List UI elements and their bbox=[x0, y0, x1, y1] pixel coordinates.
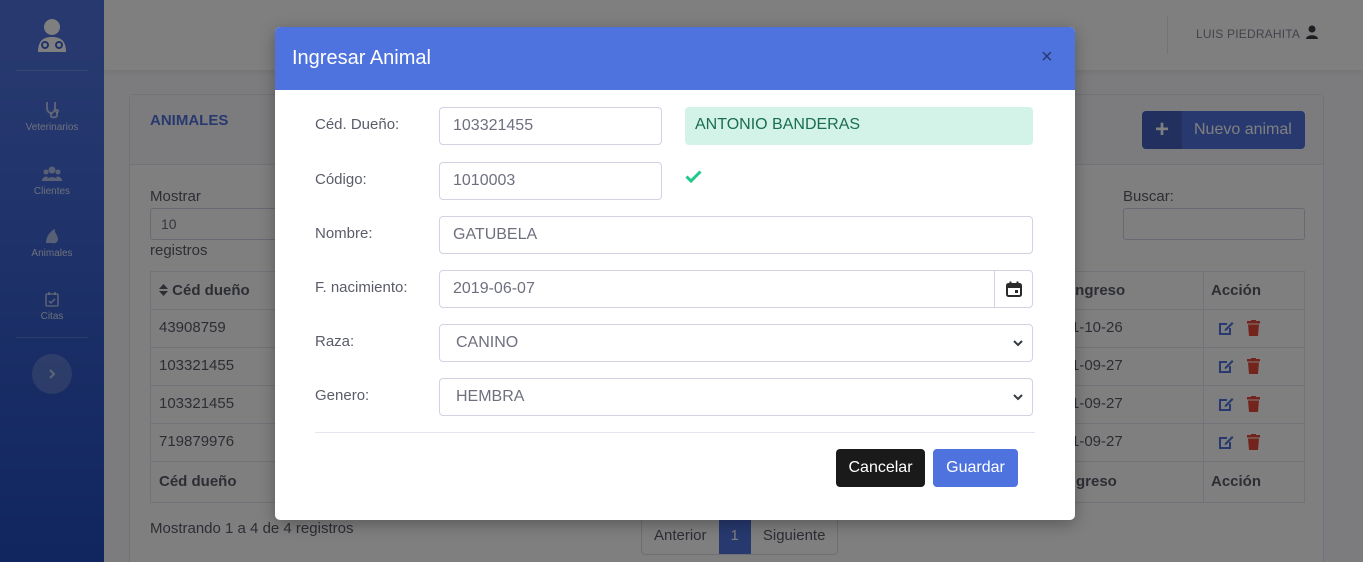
gender-value: HEMBRA bbox=[456, 388, 525, 405]
gender-label: Genero: bbox=[315, 387, 370, 404]
owner-id-label: Céd. Dueño: bbox=[315, 116, 400, 133]
check-icon bbox=[685, 170, 702, 183]
modal-footer-divider bbox=[315, 432, 1035, 433]
chevron-down-icon bbox=[1013, 340, 1023, 347]
gender-select[interactable]: HEMBRA bbox=[439, 378, 1033, 416]
owner-name-display: ANTONIO BANDERAS bbox=[685, 107, 1033, 145]
code-label: Código: bbox=[315, 171, 367, 188]
chevron-down-icon bbox=[1013, 394, 1023, 401]
name-input[interactable]: GATUBELA bbox=[439, 216, 1033, 254]
birth-date-label: F. nacimiento: bbox=[315, 279, 408, 296]
name-label: Nombre: bbox=[315, 225, 373, 242]
breed-value: CANINO bbox=[456, 334, 519, 351]
modal-header: Ingresar Animal × bbox=[275, 27, 1075, 90]
birth-date-value: 2019-06-07 bbox=[453, 280, 535, 297]
add-animal-modal: Ingresar Animal × Céd. Dueño: 103321455 … bbox=[275, 27, 1075, 520]
breed-select[interactable]: CANINO bbox=[439, 324, 1033, 362]
birth-date-input[interactable]: 2019-06-07 bbox=[439, 270, 1033, 308]
owner-id-input[interactable]: 103321455 bbox=[439, 107, 662, 145]
breed-label: Raza: bbox=[315, 333, 355, 350]
close-icon[interactable]: × bbox=[1041, 47, 1053, 67]
code-input[interactable]: 1010003 bbox=[439, 162, 662, 200]
cancel-button[interactable]: Cancelar bbox=[836, 449, 925, 487]
calendar-icon bbox=[1005, 281, 1022, 297]
modal-title: Ingresar Animal bbox=[292, 47, 431, 69]
calendar-button[interactable] bbox=[994, 271, 1032, 307]
save-button[interactable]: Guardar bbox=[933, 449, 1018, 487]
